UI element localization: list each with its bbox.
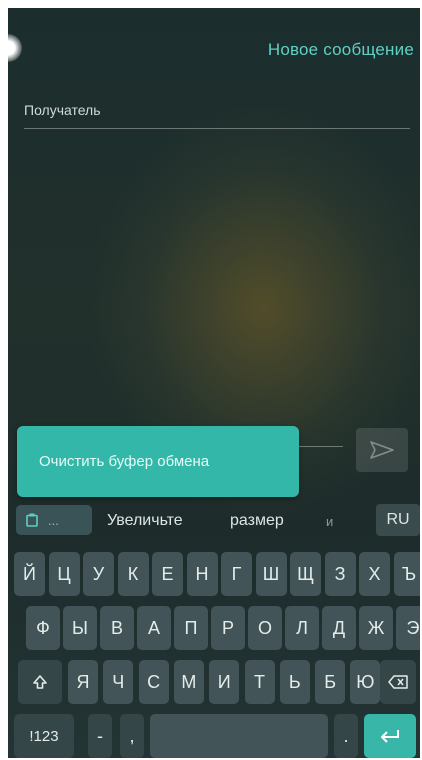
key-letter[interactable]: И — [209, 660, 240, 704]
key-letter[interactable]: Т — [244, 660, 275, 704]
clipboard-icon — [26, 513, 38, 527]
key-letter[interactable]: Ш — [255, 552, 287, 596]
key-letter[interactable]: К — [117, 552, 149, 596]
comma-key[interactable]: , — [120, 714, 144, 758]
symbols-key[interactable]: !123 — [14, 714, 74, 758]
key-letter[interactable]: Р — [211, 606, 245, 650]
clipboard-chip-text: ... — [48, 512, 59, 528]
key-letter[interactable]: Щ — [290, 552, 321, 596]
key-letter[interactable]: У — [83, 552, 114, 596]
key-letter[interactable]: Ф — [26, 606, 60, 650]
recipient-field[interactable]: Получатель — [24, 100, 410, 129]
clipboard-chip[interactable]: ... — [16, 505, 92, 535]
recipient-label: Получатель — [24, 102, 101, 118]
key-letter[interactable]: Ы — [63, 606, 97, 650]
key-letter[interactable]: С — [138, 660, 169, 704]
suggestion-strip: ... Увеличьте размер и RU — [8, 500, 420, 540]
suggestion-word[interactable]: и — [326, 514, 333, 529]
enter-key[interactable] — [364, 714, 416, 758]
key-letter[interactable]: Д — [322, 606, 356, 650]
shift-key[interactable] — [18, 660, 62, 704]
enter-icon — [381, 730, 399, 743]
messaging-screen: Новое сообщение Получатель Очистить буфе… — [8, 8, 420, 758]
key-letter[interactable]: Л — [285, 606, 319, 650]
page-title: Новое сообщение — [267, 40, 414, 59]
camera-glow — [8, 34, 22, 62]
key-letter[interactable]: Ю — [350, 660, 381, 704]
clear-clipboard-popup[interactable]: Очистить буфер обмена — [17, 426, 299, 497]
backspace-key[interactable] — [380, 660, 416, 704]
key-letter[interactable]: Е — [152, 552, 183, 596]
period-key[interactable]: . — [334, 714, 358, 758]
send-icon — [370, 441, 394, 459]
key-letter[interactable]: З — [324, 552, 356, 596]
key-letter[interactable]: В — [100, 606, 134, 650]
key-letter[interactable]: Э — [396, 606, 420, 650]
key-letter[interactable]: М — [173, 660, 204, 704]
key-letter[interactable]: Ь — [279, 660, 310, 704]
language-switch[interactable]: RU — [376, 504, 420, 536]
key-letter[interactable]: Ъ — [393, 552, 420, 596]
space-key[interactable] — [150, 714, 328, 758]
suggestion-word[interactable]: размер — [230, 512, 284, 530]
key-letter[interactable]: Б — [315, 660, 346, 704]
key-letter[interactable]: П — [174, 606, 208, 650]
key-letter[interactable]: Г — [221, 552, 252, 596]
key-letter[interactable]: Н — [186, 552, 218, 596]
clear-clipboard-label: Очистить буфер обмена — [39, 453, 210, 470]
key-letter[interactable]: Я — [68, 660, 98, 704]
key-letter[interactable]: Х — [359, 552, 390, 596]
shift-icon — [33, 675, 47, 689]
key-letter[interactable]: Ц — [48, 552, 80, 596]
suggestion-word[interactable]: Увеличьте — [107, 512, 183, 530]
dash-key[interactable]: - — [88, 714, 112, 758]
key-letter[interactable]: Й — [14, 552, 45, 596]
key-letter[interactable]: О — [248, 606, 282, 650]
backspace-icon — [388, 675, 408, 689]
key-letter[interactable]: А — [137, 606, 171, 650]
key-letter[interactable]: Ч — [103, 660, 134, 704]
key-letter[interactable]: Ж — [359, 606, 393, 650]
send-button[interactable] — [356, 428, 408, 472]
